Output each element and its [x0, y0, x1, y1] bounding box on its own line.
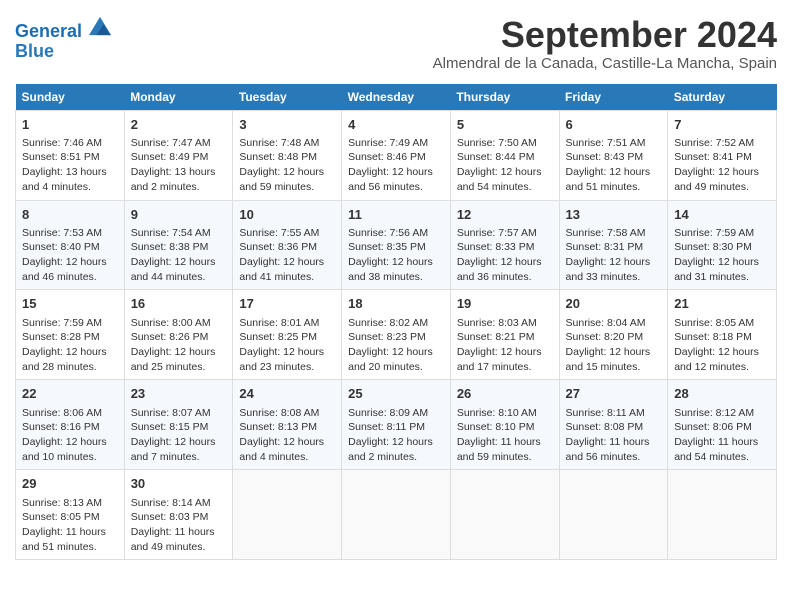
- day-22: 22Sunrise: 8:06 AMSunset: 8:16 PMDayligh…: [16, 380, 125, 470]
- day-15: 15Sunrise: 7:59 AMSunset: 8:28 PMDayligh…: [16, 290, 125, 380]
- day-9: 9Sunrise: 7:54 AMSunset: 8:38 PMDaylight…: [124, 200, 233, 290]
- day-29: 29Sunrise: 8:13 AMSunset: 8:05 PMDayligh…: [16, 470, 125, 560]
- day-12: 12Sunrise: 7:57 AMSunset: 8:33 PMDayligh…: [450, 200, 559, 290]
- top-section: General Blue September 2024 Almendral de…: [15, 15, 777, 80]
- th-tuesday: Tuesday: [233, 84, 342, 111]
- day-24: 24Sunrise: 8:08 AMSunset: 8:13 PMDayligh…: [233, 380, 342, 470]
- th-friday: Friday: [559, 84, 668, 111]
- day-6: 6Sunrise: 7:51 AMSunset: 8:43 PMDaylight…: [559, 110, 668, 200]
- empty-cell: [233, 470, 342, 560]
- location: Almendral de la Canada, Castille-La Manc…: [433, 55, 777, 72]
- logo-general: General: [15, 21, 82, 41]
- day-21: 21Sunrise: 8:05 AMSunset: 8:18 PMDayligh…: [668, 290, 777, 380]
- th-monday: Monday: [124, 84, 233, 111]
- th-thursday: Thursday: [450, 84, 559, 111]
- day-13: 13Sunrise: 7:58 AMSunset: 8:31 PMDayligh…: [559, 200, 668, 290]
- day-1: 1Sunrise: 7:46 AMSunset: 8:51 PMDaylight…: [16, 110, 125, 200]
- day-23: 23Sunrise: 8:07 AMSunset: 8:15 PMDayligh…: [124, 380, 233, 470]
- day-19: 19Sunrise: 8:03 AMSunset: 8:21 PMDayligh…: [450, 290, 559, 380]
- calendar-table: Sunday Monday Tuesday Wednesday Thursday…: [15, 84, 777, 561]
- day-10: 10Sunrise: 7:55 AMSunset: 8:36 PMDayligh…: [233, 200, 342, 290]
- logo-icon: [89, 15, 111, 37]
- empty-cell: [450, 470, 559, 560]
- logo: General Blue: [15, 15, 111, 62]
- day-3: 3Sunrise: 7:48 AMSunset: 8:48 PMDaylight…: [233, 110, 342, 200]
- empty-cell: [342, 470, 451, 560]
- empty-cell: [668, 470, 777, 560]
- day-20: 20Sunrise: 8:04 AMSunset: 8:20 PMDayligh…: [559, 290, 668, 380]
- day-8: 8Sunrise: 7:53 AMSunset: 8:40 PMDaylight…: [16, 200, 125, 290]
- th-sunday: Sunday: [16, 84, 125, 111]
- th-wednesday: Wednesday: [342, 84, 451, 111]
- day-2: 2Sunrise: 7:47 AMSunset: 8:49 PMDaylight…: [124, 110, 233, 200]
- day-18: 18Sunrise: 8:02 AMSunset: 8:23 PMDayligh…: [342, 290, 451, 380]
- logo-text: General Blue: [15, 15, 111, 62]
- day-30: 30Sunrise: 8:14 AMSunset: 8:03 PMDayligh…: [124, 470, 233, 560]
- day-17: 17Sunrise: 8:01 AMSunset: 8:25 PMDayligh…: [233, 290, 342, 380]
- day-5: 5Sunrise: 7:50 AMSunset: 8:44 PMDaylight…: [450, 110, 559, 200]
- day-25: 25Sunrise: 8:09 AMSunset: 8:11 PMDayligh…: [342, 380, 451, 470]
- empty-cell: [559, 470, 668, 560]
- logo-blue: Blue: [15, 41, 54, 61]
- day-26: 26Sunrise: 8:10 AMSunset: 8:10 PMDayligh…: [450, 380, 559, 470]
- day-4: 4Sunrise: 7:49 AMSunset: 8:46 PMDaylight…: [342, 110, 451, 200]
- title-section: September 2024 Almendral de la Canada, C…: [433, 15, 777, 80]
- day-11: 11Sunrise: 7:56 AMSunset: 8:35 PMDayligh…: [342, 200, 451, 290]
- day-14: 14Sunrise: 7:59 AMSunset: 8:30 PMDayligh…: [668, 200, 777, 290]
- day-16: 16Sunrise: 8:00 AMSunset: 8:26 PMDayligh…: [124, 290, 233, 380]
- day-7: 7Sunrise: 7:52 AMSunset: 8:41 PMDaylight…: [668, 110, 777, 200]
- day-28: 28Sunrise: 8:12 AMSunset: 8:06 PMDayligh…: [668, 380, 777, 470]
- header-row: Sunday Monday Tuesday Wednesday Thursday…: [16, 84, 777, 111]
- page-container: General Blue September 2024 Almendral de…: [15, 15, 777, 560]
- month-title: September 2024: [433, 15, 777, 55]
- day-27: 27Sunrise: 8:11 AMSunset: 8:08 PMDayligh…: [559, 380, 668, 470]
- th-saturday: Saturday: [668, 84, 777, 111]
